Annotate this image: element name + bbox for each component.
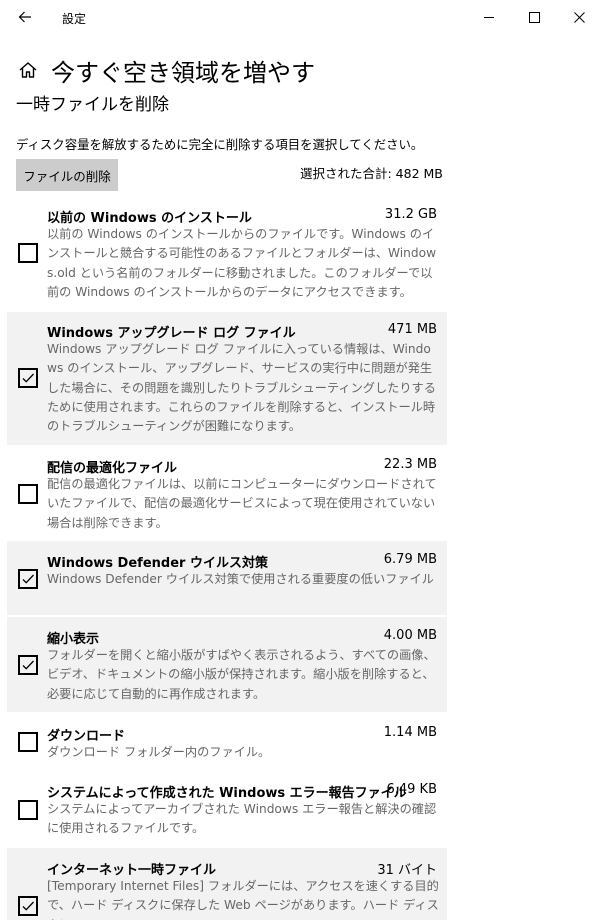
list-item: Windows アップグレード ログ ファイル 471 MB Windows ア… (7, 312, 447, 445)
item-checkbox[interactable] (18, 484, 38, 504)
selected-total-label: 選択された合計: 482 MB (300, 166, 443, 181)
item-description: ダウンロード フォルダー内のファイル。 (47, 745, 271, 759)
instruction-text: ディスク容量を解放するために完全に削除する項目を選択してください。 (16, 137, 424, 152)
item-name: 縮小表示 (47, 632, 100, 647)
item-size: 22.3 MB (383, 457, 437, 472)
minimize-button[interactable] (466, 0, 512, 34)
item-size: 31.2 GB (384, 207, 437, 222)
item-checkbox[interactable] (18, 732, 38, 752)
checkmark-icon (22, 574, 34, 584)
back-arrow-icon (18, 11, 31, 23)
item-name: Windows アップグレード ログ ファイル (47, 326, 296, 341)
list-item: Windows Defender ウイルス対策 6.79 MB Windows … (7, 541, 447, 615)
item-checkbox[interactable] (18, 655, 38, 675)
item-name: システムによって作成された Windows エラー報告ファイル (47, 786, 407, 801)
item-checkbox[interactable] (18, 569, 38, 589)
app-title: 設定 (62, 12, 87, 26)
home-icon[interactable] (18, 60, 38, 80)
item-checkbox[interactable] (18, 896, 38, 916)
minimize-icon (483, 16, 494, 18)
item-checkbox[interactable] (18, 800, 38, 820)
item-description: 配信の最適化ファイルは、以前にコンピューターにダウンロードされていたファイルで、… (47, 477, 437, 530)
item-description: フォルダーを開くと縮小版がすばやく表示されるよう、すべての画像、ビデオ、ドキュメ… (47, 648, 436, 701)
list-item: 以前の Windows のインストール 31.2 GB 以前の Windows … (7, 195, 447, 309)
item-description: システムによってアーカイブされた Windows エラー報告と解決の確認に使用さ… (47, 802, 437, 836)
item-checkbox[interactable] (18, 243, 38, 263)
close-button[interactable] (556, 0, 600, 34)
delete-files-button[interactable]: ファイルの削除 (16, 159, 118, 191)
item-name: ダウンロード (47, 729, 126, 744)
section-title: 一時ファイルを削除 (16, 95, 169, 115)
item-size: 6.49 KB (386, 782, 437, 797)
close-icon (573, 11, 585, 23)
maximize-icon (528, 11, 540, 23)
list-item: システムによって作成された Windows エラー報告ファイル 6.49 KB … (7, 772, 447, 846)
checkmark-icon (22, 660, 34, 670)
checkmark-icon (22, 901, 34, 911)
checkmark-icon (22, 373, 34, 383)
back-button[interactable] (10, 4, 40, 30)
item-size: 6.79 MB (383, 552, 437, 567)
list-item: ダウンロード 1.14 MB ダウンロード フォルダー内のファイル。 (7, 714, 447, 770)
item-name: 以前の Windows のインストール (47, 211, 252, 226)
item-name: Windows Defender ウイルス対策 (47, 556, 268, 571)
item-size: 471 MB (387, 322, 437, 337)
item-name: 配信の最適化ファイル (47, 461, 178, 476)
item-size: 1.14 MB (383, 725, 437, 740)
list-item: 配信の最適化ファイル 22.3 MB 配信の最適化ファイルは、以前にコンピュータ… (7, 447, 447, 539)
list-item: 縮小表示 4.00 MB フォルダーを開くと縮小版がすばやく表示されるよう、すべ… (7, 617, 447, 712)
title-bar: 設定 (0, 0, 600, 34)
item-name: インターネット一時ファイル (47, 863, 217, 878)
item-description: [Temporary Internet Files] フォルダーには、アクセスを… (47, 879, 439, 920)
item-size: 31 バイト (377, 863, 437, 878)
item-size: 4.00 MB (383, 628, 437, 643)
maximize-button[interactable] (511, 0, 557, 34)
item-description: Windows Defender ウイルス対策で使用される重要度の低いファイル (47, 572, 434, 586)
item-description: Windows アップグレード ログ ファイルに入っている情報は、Windows… (47, 342, 436, 434)
list-item: インターネット一時ファイル 31 バイト [Temporary Internet… (7, 848, 447, 920)
page-title: 今すぐ空き領域を増やす (51, 59, 315, 87)
item-checkbox[interactable] (18, 368, 38, 388)
item-description: 以前の Windows のインストールからのファイルです。Windows のイン… (47, 227, 437, 299)
